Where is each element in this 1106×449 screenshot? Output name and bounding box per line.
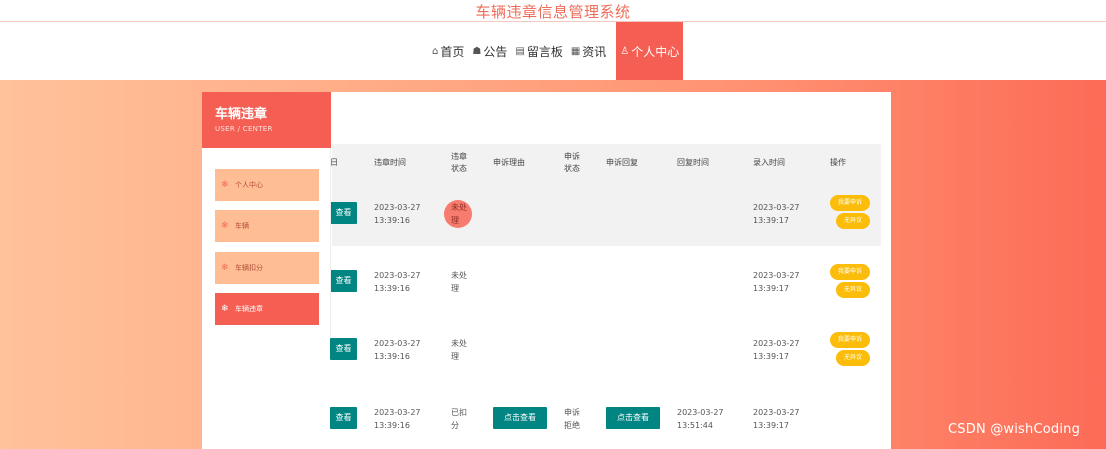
nav-item-personal-center[interactable]: ♙ 个人中心 — [616, 22, 684, 80]
sidebar-item-label: 车辆扣分 — [235, 264, 263, 272]
nav-item-news[interactable]: ▦ 资讯 — [567, 22, 610, 80]
entry-time: 2023-03-27 13:39:17 — [753, 408, 800, 430]
nav-item-message-board[interactable]: ▤ 留言板 — [511, 22, 566, 80]
view-button[interactable]: 查看 — [330, 270, 357, 292]
th-appeal-reply: 申诉回复 — [606, 158, 638, 167]
snowflake-icon: ❄ — [221, 221, 229, 231]
nav-item-home[interactable]: ⌂ 首页 — [428, 22, 468, 80]
reply-time: 2023-03-27 13:51:44 — [677, 408, 724, 430]
appeal-status: 申诉 拒绝 — [564, 408, 580, 430]
news-icon: ▦ — [570, 45, 581, 57]
sidebar-item-vehicle-points[interactable]: ❄ 车辆扣分 — [215, 252, 319, 284]
th-actions: 操作 — [830, 158, 846, 167]
sidebar-item-vehicle[interactable]: ❄ 车辆 — [215, 210, 319, 242]
appeal-reply-view-button[interactable]: 点击查看 — [606, 407, 660, 429]
nav-item-announcement[interactable]: ☗ 公告 — [468, 22, 511, 80]
sidebar-item-label: 车辆违章 — [235, 305, 263, 313]
title-bar: 车辆违章信息管理系统 — [0, 0, 1106, 22]
view-button[interactable]: 查看 — [330, 202, 357, 224]
violation-status: 已扣 分 — [451, 408, 467, 430]
entry-time: 2023-03-27 13:39:17 — [753, 339, 800, 361]
sidebar-item-label: 个人中心 — [235, 181, 263, 189]
announcement-icon: ☗ — [472, 45, 482, 57]
appeal-button[interactable]: 我要申诉 — [830, 195, 870, 211]
th-violation-time: 违章时间 — [374, 158, 406, 167]
snowflake-icon: ❄ — [221, 263, 229, 273]
violation-time: 2023-03-27 13:39:16 — [374, 339, 421, 361]
snowflake-icon: ❄ — [221, 304, 229, 314]
appeal-button[interactable]: 我要申诉 — [830, 264, 870, 280]
view-button[interactable]: 查看 — [330, 407, 357, 429]
nav-item-label: 个人中心 — [631, 44, 680, 59]
violation-status: 未处 理 — [451, 339, 467, 361]
th-col0: 日 — [330, 158, 338, 167]
sidebar-subtitle: USER / CENTER — [215, 125, 273, 133]
user-icon: ♙ — [620, 45, 630, 57]
no-objection-button[interactable]: 无异议 — [836, 350, 870, 366]
site-title: 车辆违章信息管理系统 — [475, 3, 631, 21]
snowflake-icon: ❄ — [221, 180, 229, 190]
violation-time: 2023-03-27 13:39:16 — [374, 408, 421, 430]
no-objection-button[interactable]: 无异议 — [836, 282, 870, 298]
violation-status: 未处 理 — [451, 203, 467, 225]
th-reply-time: 回复时间 — [677, 158, 709, 167]
nav-item-label: 公告 — [483, 44, 508, 59]
no-objection-button[interactable]: 无异议 — [836, 213, 870, 229]
sidebar-title: 车辆违章 — [215, 107, 268, 122]
th-entry-time: 录入时间 — [753, 158, 785, 167]
view-button[interactable]: 查看 — [330, 338, 357, 360]
sidebar-item-vehicle-violation[interactable]: ❄ 车辆违章 — [215, 293, 319, 325]
nav-item-label: 资讯 — [582, 44, 607, 59]
th-appeal-reason: 申诉理由 — [493, 158, 525, 167]
sidebar: 车辆违章 USER / CENTER ❄ 个人中心 ❄ 车辆 ❄ 车辆扣分 ❄ … — [202, 92, 331, 449]
violation-status: 未处 理 — [451, 271, 467, 293]
nav-bar: ⌂ 首页 ☗ 公告 ▤ 留言板 ▦ 资讯 ♙ 个人中心 — [0, 22, 1106, 80]
sidebar-item-personal-center[interactable]: ❄ 个人中心 — [215, 169, 319, 201]
watermark: CSDN @wishCoding — [948, 422, 1081, 437]
sidebar-item-label: 车辆 — [235, 222, 249, 230]
appeal-button[interactable]: 我要申诉 — [830, 332, 870, 348]
sidebar-header: 车辆违章 USER / CENTER — [202, 92, 331, 148]
th-violation-status: 违章 状态 — [451, 152, 467, 173]
main-nav: ⌂ 首页 ☗ 公告 ▤ 留言板 ▦ 资讯 ♙ 个人中心 — [428, 22, 684, 80]
violation-time: 2023-03-27 13:39:16 — [374, 203, 421, 225]
sidebar-menu: ❄ 个人中心 ❄ 车辆 ❄ 车辆扣分 ❄ 车辆违章 — [202, 148, 331, 338]
entry-time: 2023-03-27 13:39:17 — [753, 271, 800, 293]
violation-time: 2023-03-27 13:39:16 — [374, 271, 421, 293]
entry-time: 2023-03-27 13:39:17 — [753, 203, 800, 225]
message-board-icon: ▤ — [515, 45, 525, 57]
appeal-reason-view-button[interactable]: 点击查看 — [493, 407, 547, 429]
home-icon: ⌂ — [432, 45, 439, 57]
th-appeal-status: 申诉 状态 — [564, 152, 580, 173]
nav-item-label: 留言板 — [526, 44, 563, 59]
nav-item-label: 首页 — [440, 44, 465, 59]
